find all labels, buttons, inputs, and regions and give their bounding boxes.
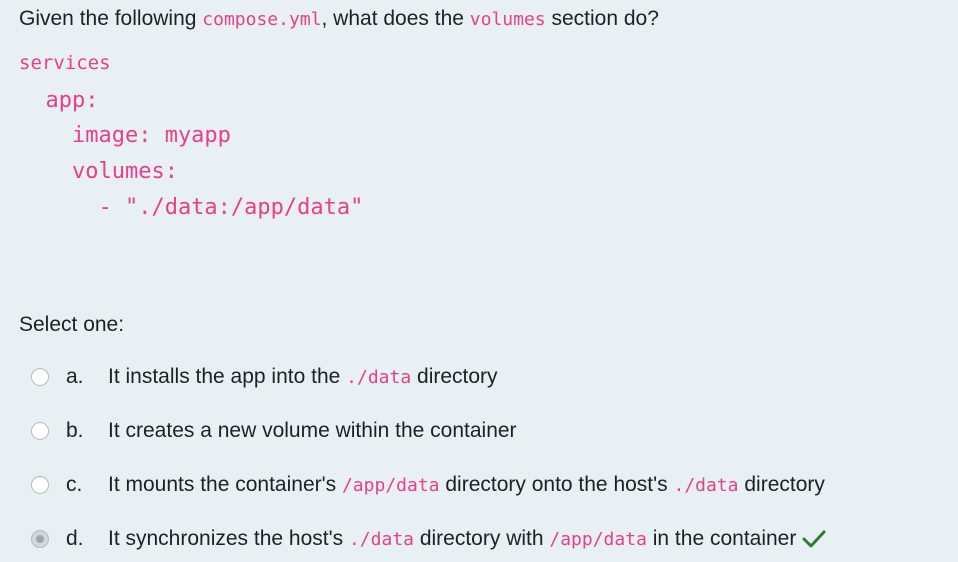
- inline-code: ./data: [348, 529, 414, 550]
- answer-text: It creates a new volume within the conta…: [108, 419, 517, 443]
- code-line: volumes:: [19, 159, 178, 184]
- answer-option-d[interactable]: d. It synchronizes the host's ./data dire…: [28, 523, 826, 555]
- answer-letter: d.: [66, 527, 84, 550]
- answer-option-a[interactable]: a. It installs the app into the ./data di…: [28, 361, 498, 393]
- inline-code: /app/data: [549, 529, 647, 550]
- answer-text: It installs the app into the ./data dire…: [108, 365, 498, 389]
- code-line: image: myapp: [19, 123, 231, 148]
- question-text: Given the following compose.yml, what do…: [19, 5, 659, 34]
- code-line: - "./data:/app/data": [19, 195, 364, 220]
- radio-button[interactable]: [31, 422, 49, 440]
- answer-text: It mounts the container's /app/data dire…: [108, 473, 825, 497]
- radio-button[interactable]: [31, 476, 49, 494]
- answer-text-part: It installs the app into the: [108, 365, 347, 388]
- select-one-label: Select one:: [19, 313, 125, 336]
- question-prefix: Given the following: [19, 7, 203, 30]
- answer-text-part: It creates a new volume within the conta…: [108, 419, 517, 442]
- question-keyword-code: volumes: [469, 9, 546, 30]
- code-line: services: [19, 52, 111, 74]
- question-file-code: compose.yml: [202, 9, 322, 30]
- answer-text-part: directory: [411, 365, 498, 388]
- question-middle: , what does the: [321, 7, 470, 30]
- radio-button[interactable]: [31, 530, 49, 548]
- inline-code: ./data: [673, 475, 739, 496]
- answer-letter: b.: [66, 419, 84, 442]
- answer-text: It synchronizes the host's ./data direct…: [108, 527, 826, 551]
- inline-code: /app/data: [341, 475, 440, 496]
- answer-option-b[interactable]: b. It creates a new volume within the con…: [28, 415, 517, 447]
- checkmark-icon: [802, 530, 826, 548]
- inline-code: ./data: [346, 367, 412, 388]
- radio-button[interactable]: [31, 368, 49, 386]
- answer-text-part: It synchronizes the host's: [108, 527, 349, 550]
- answer-text-part: in the container: [646, 527, 797, 550]
- answer-text-part: directory with: [414, 527, 550, 550]
- answer-option-c[interactable]: c. It mounts the container's /app/data di…: [28, 469, 825, 501]
- answer-letter: c.: [66, 473, 83, 496]
- answer-text-part: It mounts the container's: [108, 473, 342, 496]
- answer-text-part: directory: [738, 473, 825, 496]
- answer-letter: a.: [66, 365, 84, 388]
- answer-text-part: directory onto the host's: [439, 473, 674, 496]
- code-line: app:: [19, 88, 99, 113]
- question-suffix: section do?: [545, 7, 659, 30]
- code-block: services app: image: myapp volumes: - ".…: [19, 52, 363, 220]
